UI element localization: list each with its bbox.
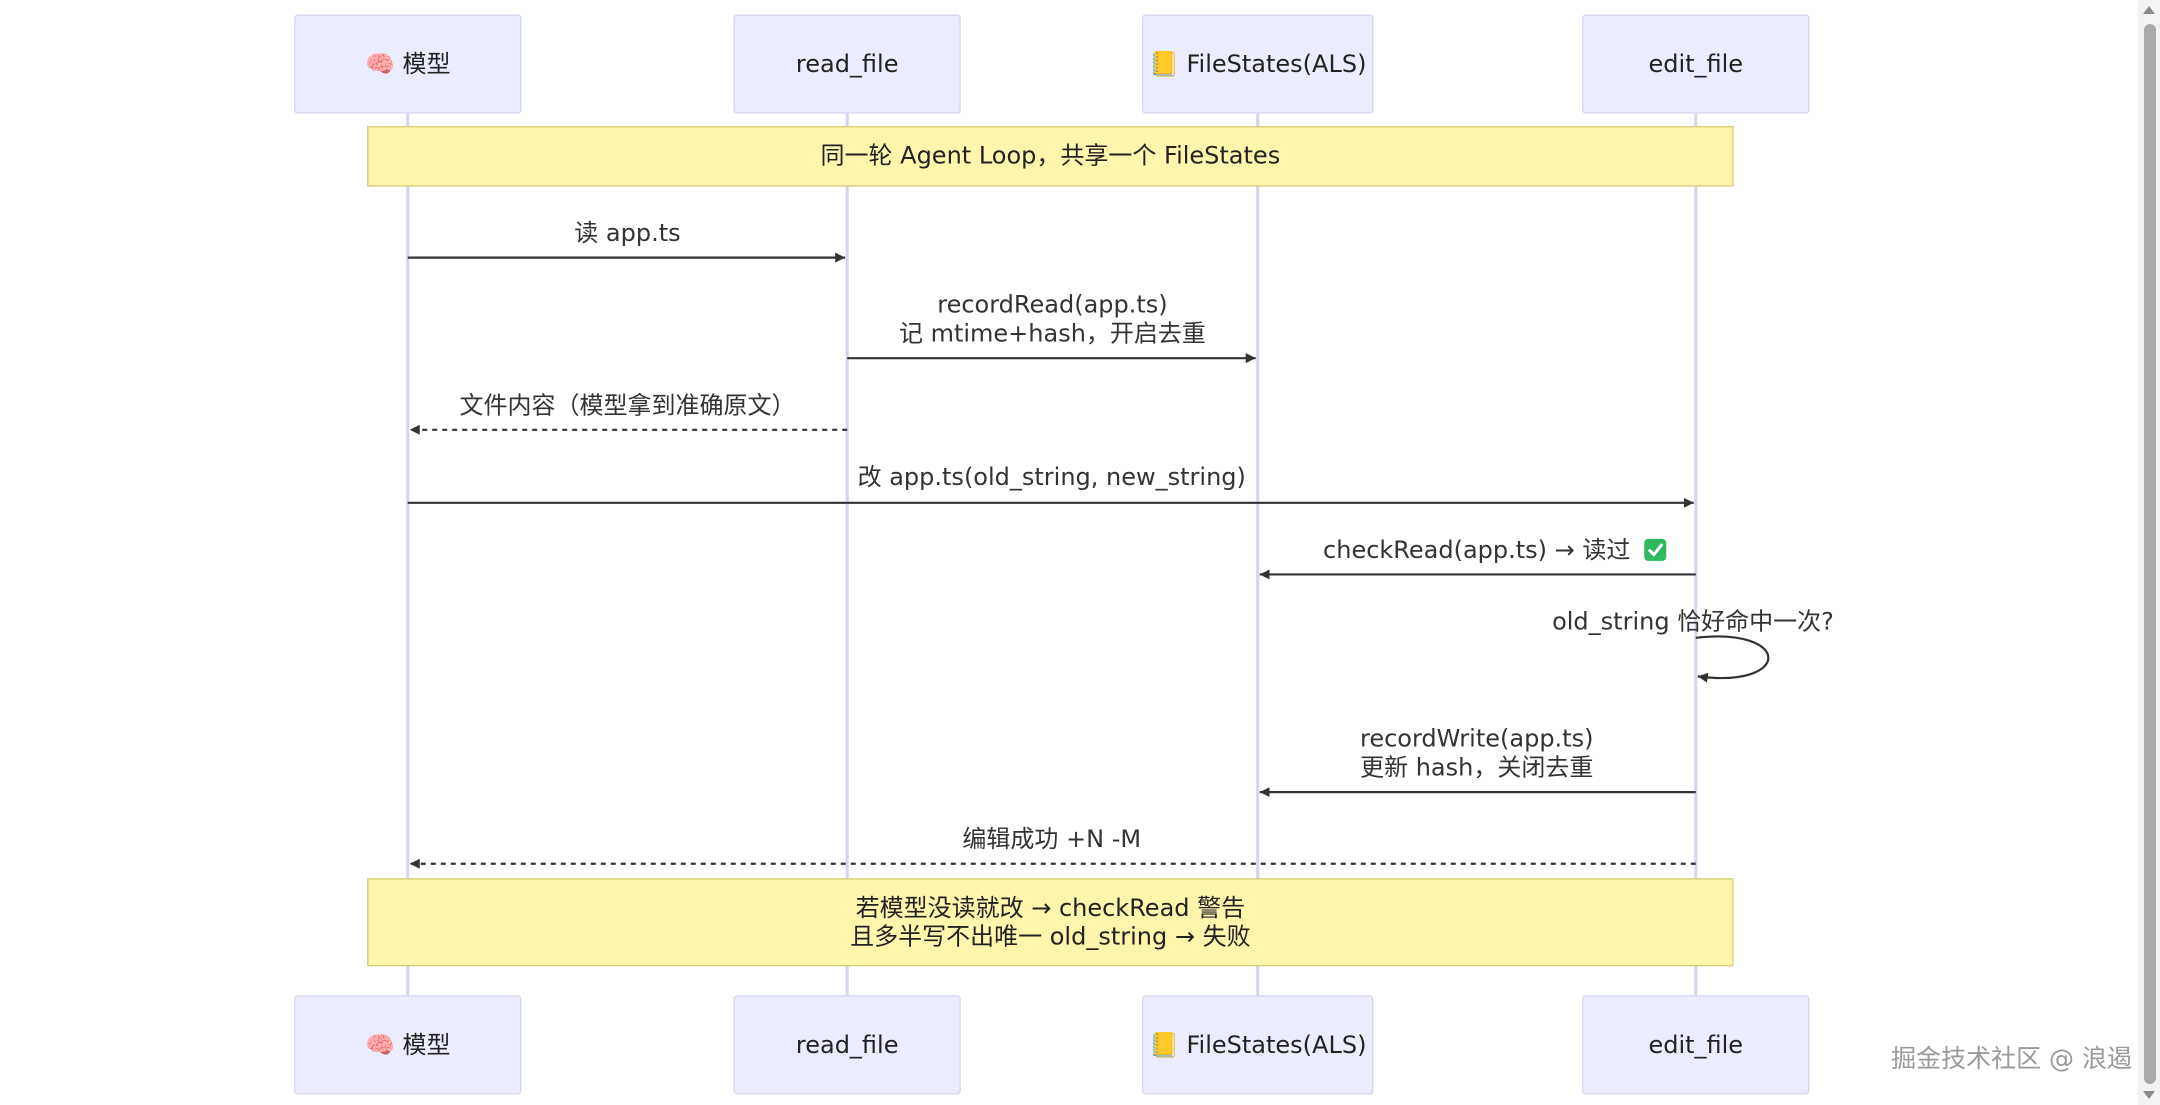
message-label: 改 app.ts(old_string, new_string) — [858, 463, 1246, 491]
message-label: recordWrite(app.ts) — [1360, 725, 1593, 753]
actor-label: 🧠 模型 — [365, 1031, 451, 1059]
actor-edit_file-top: edit_file — [1582, 14, 1810, 114]
message-label: 读 app.ts — [574, 219, 680, 247]
notebook-icon: 📒 — [1149, 50, 1187, 78]
message-5: checkRead(app.ts) → 读过 — [1259, 536, 1696, 580]
actor-label: edit_file — [1648, 1031, 1743, 1059]
note-2: 若模型没读就改 → checkRead 警告且多半写不出唯一 old_strin… — [367, 878, 1734, 967]
self-message-arrow — [1695, 635, 1770, 683]
message-label: old_string 恰好命中一次? — [1552, 608, 1834, 636]
message-7: recordWrite(app.ts)更新 hash，关闭去重 — [1259, 725, 1696, 798]
check-mark-icon — [1644, 538, 1667, 561]
actor-label: 🧠 模型 — [365, 50, 451, 78]
message-label: 记 mtime+hash，开启去重 — [899, 320, 1206, 348]
note-text: 且多半写不出唯一 old_string → 失败 — [850, 923, 1250, 951]
actors-bottom: 🧠 模型 read_file 📒 FileStates(ALS) edit_file — [294, 995, 1810, 1095]
actors-top: 🧠 模型 read_file 📒 FileStates(ALS) edit_file — [294, 14, 1810, 114]
actor-label: read_file — [796, 50, 899, 78]
actor-filestates-top: 📒 FileStates(ALS) — [1141, 14, 1374, 114]
actor-label: 📒 FileStates(ALS) — [1149, 1031, 1366, 1059]
actor-label-text: FileStates(ALS) — [1186, 1031, 1366, 1059]
actor-label-text: 模型 — [403, 1031, 451, 1059]
message-label: 文件内容（模型拿到准确原文） — [459, 391, 795, 419]
message-1: 读 app.ts — [407, 219, 846, 263]
note-text: 同一轮 Agent Loop，共享一个 FileStates — [821, 142, 1281, 170]
brain-icon: 🧠 — [365, 1031, 403, 1059]
message-label: recordRead(app.ts) — [937, 291, 1167, 319]
brain-icon: 🧠 — [365, 50, 403, 78]
actor-read_file-top: read_file — [733, 14, 961, 114]
actor-model-top: 🧠 模型 — [294, 14, 522, 114]
messages: 读 app.ts recordRead(app.ts)记 mtime+hash，开… — [407, 219, 1834, 869]
actor-edit_file-bottom: edit_file — [1582, 995, 1810, 1095]
message-2: recordRead(app.ts)记 mtime+hash，开启去重 — [847, 291, 1256, 364]
vertical-scrollbar[interactable] — [2138, 0, 2160, 1105]
note-text: 若模型没读就改 → checkRead 警告 — [856, 894, 1246, 922]
actor-read_file-bottom: read_file — [733, 995, 961, 1095]
message-3: 文件内容（模型拿到准确原文） — [409, 391, 848, 435]
notebook-icon: 📒 — [1149, 1031, 1187, 1059]
message-6: old_string 恰好命中一次? — [1552, 608, 1834, 683]
actor-label: edit_file — [1648, 50, 1743, 78]
message-label: 编辑成功 +N -M — [962, 825, 1141, 853]
actor-filestates-bottom: 📒 FileStates(ALS) — [1141, 995, 1374, 1095]
message-4: 改 app.ts(old_string, new_string) — [407, 463, 1694, 508]
actor-label: 📒 FileStates(ALS) — [1149, 50, 1366, 78]
message-label: checkRead(app.ts) → 读过 — [1323, 536, 1630, 564]
watermark: 掘金技术社区 @ 浪遏 — [1891, 1044, 2132, 1073]
actor-model-bottom: 🧠 模型 — [294, 995, 522, 1095]
scroll-up-arrow-icon[interactable] — [2143, 6, 2155, 14]
scrollbar-thumb[interactable] — [2144, 24, 2156, 1084]
note-1: 同一轮 Agent Loop，共享一个 FileStates — [367, 126, 1734, 187]
message-8: 编辑成功 +N -M — [409, 825, 1696, 869]
sequence-diagram: 🧠 模型 read_file 📒 FileStates(ALS) edit_file … — [294, 14, 1834, 1095]
actor-label-text: FileStates(ALS) — [1186, 50, 1366, 78]
scroll-down-arrow-icon[interactable] — [2143, 1091, 2155, 1099]
actor-label-text: 模型 — [403, 50, 451, 78]
message-label: 更新 hash，关闭去重 — [1360, 754, 1593, 782]
actor-label: read_file — [796, 1031, 899, 1059]
